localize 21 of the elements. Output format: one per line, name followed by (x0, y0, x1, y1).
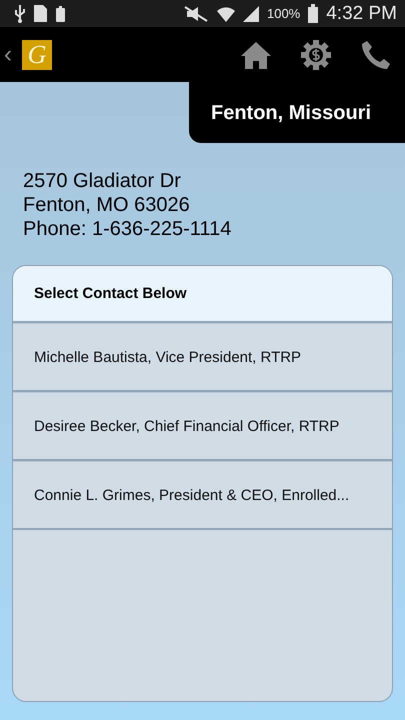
address-line: Phone: 1-636-225-1114 (23, 217, 232, 241)
sim-card-icon (34, 5, 48, 22)
phone-button[interactable] (361, 40, 391, 70)
contact-item[interactable]: Michelle Bautista, Vice President, RTRP (13, 323, 392, 392)
location-title: Fenton, Missouri (189, 82, 405, 143)
home-button[interactable] (241, 40, 271, 68)
battery-percent: 100% (266, 6, 300, 21)
mute-icon (182, 6, 209, 22)
signal-icon (242, 6, 259, 22)
address-line: 2570 Gladiator Dr (23, 169, 182, 193)
logo: G (22, 40, 52, 70)
usb-icon (14, 4, 26, 22)
contact-item[interactable]: Desiree Becker, Chief Financial Officer, RTRP (13, 392, 392, 461)
wifi-icon (216, 4, 235, 22)
address-line: Fenton, MO 63026 (23, 193, 191, 217)
back-icon[interactable]: ‹ (4, 40, 12, 68)
battery-icon (56, 6, 65, 22)
clock: 4:32 PM (326, 2, 397, 24)
list-header: Select Contact Below (13, 266, 392, 323)
contact-item[interactable]: Connie L. Grimes, President & CEO, Enrolled... (13, 461, 392, 530)
battery-icon (308, 4, 318, 23)
